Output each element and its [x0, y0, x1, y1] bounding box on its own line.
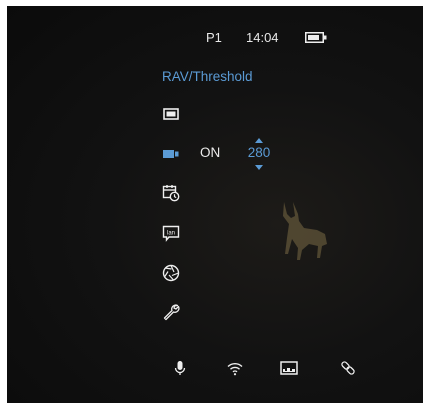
thermal-viewfinder: P1 14:04 RAV/Threshold ON 280 lan [7, 6, 423, 403]
battery-icon [305, 32, 327, 43]
wifi-icon[interactable] [225, 358, 245, 378]
menu-title: RAV/Threshold [162, 69, 253, 84]
video-camera-icon[interactable] [161, 144, 181, 164]
increase-arrow[interactable] [255, 138, 263, 143]
microphone-icon[interactable] [170, 358, 190, 378]
svg-text:lan: lan [167, 231, 175, 237]
language-icon[interactable]: lan [161, 223, 181, 243]
decrease-arrow[interactable] [255, 165, 263, 170]
profile-indicator: P1 [206, 30, 222, 45]
shutter-icon[interactable] [161, 263, 181, 283]
link-icon[interactable] [338, 358, 358, 378]
display-mode-icon[interactable] [161, 104, 181, 124]
threshold-state[interactable]: ON [200, 145, 220, 160]
clock: 14:04 [246, 30, 279, 45]
image-frame-icon[interactable] [279, 358, 299, 378]
deer-thermal-silhouette [283, 202, 327, 260]
threshold-value[interactable]: 280 [245, 145, 273, 160]
wrench-icon[interactable] [161, 302, 181, 322]
calendar-clock-icon[interactable] [161, 183, 181, 203]
threshold-stepper[interactable]: 280 [245, 138, 275, 170]
